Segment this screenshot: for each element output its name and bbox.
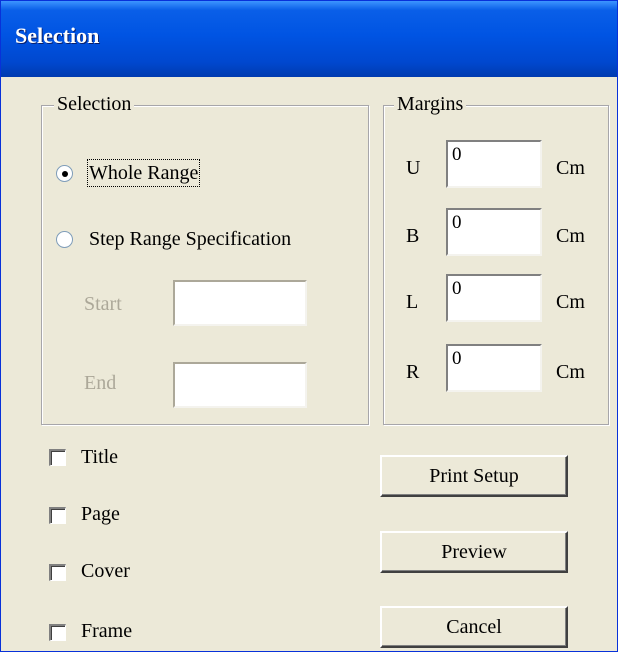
title-bar[interactable]: Selection [1,1,617,77]
start-label: Start [84,293,122,315]
margin-u-label: U [406,157,421,179]
radio-selected-dot [62,171,68,177]
step-range-label[interactable]: Step Range Specification [89,227,291,251]
cancel-button[interactable]: Cancel [380,606,568,648]
selection-group: Selection Whole Range Step Range Specifi… [41,92,369,425]
margins-group: Margins U 0 Cm B 0 Cm L 0 Cm R 0 Cm [383,92,609,425]
margin-u-input[interactable]: 0 [446,140,542,188]
step-range-radio[interactable] [56,231,73,248]
margin-u-unit: Cm [556,157,585,179]
margin-l-label: L [406,291,419,313]
print-setup-button[interactable]: Print Setup [380,455,568,497]
margin-r-input[interactable]: 0 [446,344,542,392]
window-title: Selection [15,23,100,48]
title-checkbox-label[interactable]: Title [81,445,118,469]
start-input[interactable] [173,280,307,326]
cover-checkbox-label[interactable]: Cover [81,559,130,583]
page-checkbox[interactable] [49,507,66,524]
whole-range-radio[interactable] [56,165,73,182]
page-checkbox-label[interactable]: Page [81,502,120,526]
frame-checkbox-label[interactable]: Frame [81,619,132,643]
margin-b-input[interactable]: 0 [446,208,542,256]
end-label: End [84,372,117,394]
margins-group-legend: Margins [394,92,467,116]
margin-b-unit: Cm [556,225,585,247]
margin-r-unit: Cm [556,361,585,383]
whole-range-label[interactable]: Whole Range [86,159,201,187]
title-checkbox[interactable] [49,449,66,466]
margin-l-input[interactable]: 0 [446,274,542,322]
end-input[interactable] [173,362,307,408]
frame-checkbox[interactable] [49,624,66,641]
margin-r-label: R [406,361,420,383]
selection-group-legend: Selection [54,92,135,116]
selection-dialog: Selection Selection Whole Range Step Ran… [0,0,618,652]
cover-checkbox[interactable] [49,564,66,581]
margin-b-label: B [406,225,420,247]
margin-l-unit: Cm [556,291,585,313]
preview-button[interactable]: Preview [380,531,568,573]
